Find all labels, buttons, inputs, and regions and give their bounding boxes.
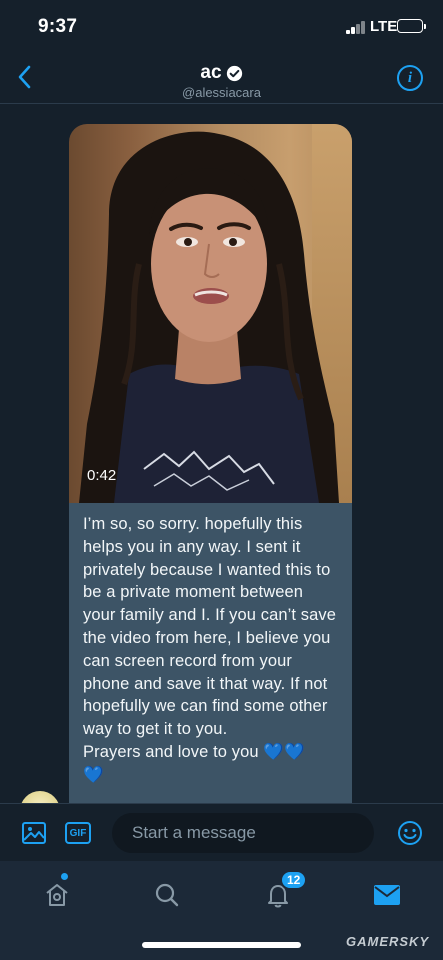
status-time: 9:37 <box>38 16 78 37</box>
battery-icon <box>397 19 426 33</box>
sender-avatar[interactable] <box>20 791 60 803</box>
blue-hearts: 💙💙 <box>263 742 305 761</box>
smiley-icon[interactable] <box>397 820 423 846</box>
tab-home[interactable] <box>37 875 77 915</box>
image-icon[interactable] <box>21 820 47 846</box>
message-composer: GIF <box>0 803 443 861</box>
message-thread[interactable]: 0:42 I’m so, so sorry. hopefully this he… <box>0 105 443 803</box>
dm-conversation-screen: 9:37 LTE ac @alessiacara i 0:42 I’m so, … <box>0 0 443 960</box>
verified-badge-icon <box>226 65 242 81</box>
contact-name-row[interactable]: ac <box>0 62 443 84</box>
contact-name: ac <box>200 62 222 83</box>
message-text: I’m so, so sorry. hopefully this helps y… <box>83 515 337 739</box>
video-thumbnail <box>79 131 339 503</box>
signal-icon <box>346 21 366 34</box>
tab-messages[interactable] <box>367 875 407 915</box>
message-partial-line: 💙 <box>83 765 104 784</box>
tab-search[interactable] <box>147 875 187 915</box>
watermark: GAMERSKY <box>346 934 430 949</box>
info-button[interactable]: i <box>397 65 423 91</box>
home-icon <box>46 884 68 906</box>
envelope-icon <box>374 885 400 905</box>
home-indicator <box>142 942 301 948</box>
message-bubble[interactable]: I’m so, so sorry. hopefully this helps y… <box>69 503 352 803</box>
notifications-badge: 12 <box>280 870 308 890</box>
info-icon: i <box>407 69 413 86</box>
status-bar: 9:37 LTE <box>0 0 443 52</box>
message-input[interactable] <box>112 813 374 853</box>
network-type: LTE <box>370 18 398 35</box>
search-icon <box>155 883 179 907</box>
video-message[interactable]: 0:42 <box>69 124 352 503</box>
conversation-header: ac @alessiacara i <box>0 52 443 104</box>
contact-handle: @alessiacara <box>182 85 261 100</box>
video-duration: 0:42 <box>87 467 117 484</box>
tab-bar: 12 GAMERSKY <box>0 861 443 960</box>
gif-button[interactable]: GIF <box>65 822 91 844</box>
home-unread-dot <box>61 873 68 880</box>
message-closing: Prayers and love to you 💙💙 <box>83 741 338 764</box>
message-closing-text: Prayers and love to you <box>83 742 264 761</box>
